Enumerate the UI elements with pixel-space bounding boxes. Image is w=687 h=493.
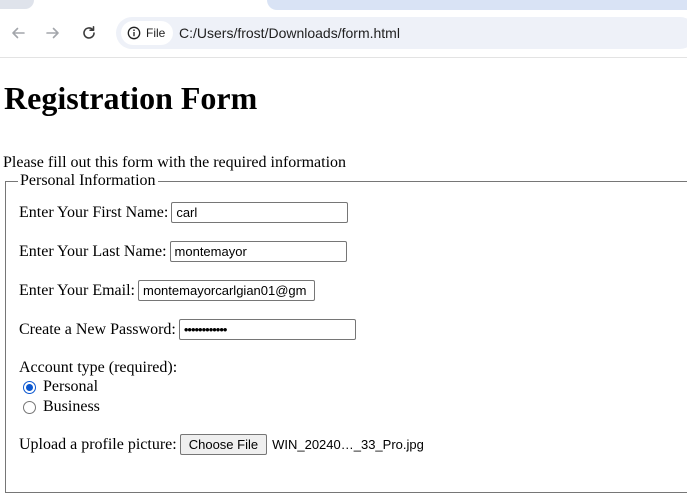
- account-type-option-business[interactable]: Business: [23, 398, 100, 416]
- business-radio-label[interactable]: Business: [43, 398, 100, 416]
- info-icon: [127, 26, 141, 40]
- last-name-label: Enter Your Last Name:: [19, 242, 167, 260]
- arrow-right-icon: [46, 27, 59, 39]
- arrow-left-icon: [12, 27, 25, 39]
- security-chip-label: File: [146, 26, 166, 40]
- account-type-label: Account type (required):: [19, 359, 178, 376]
- reload-icon: [83, 26, 95, 39]
- password-input[interactable]: ••••••••••••: [178, 319, 356, 340]
- url-text[interactable]: C:/Users/frost/Downloads/form.html: [179, 25, 400, 41]
- password-row: Create a New Password: ••••••••••••: [19, 319, 356, 340]
- profile-picture-label: Upload a profile picture:: [19, 435, 177, 453]
- personal-radio[interactable]: [23, 380, 36, 394]
- intro-text: Please fill out this form with the requi…: [3, 154, 347, 171]
- first-name-input[interactable]: carl: [171, 202, 349, 223]
- tab-inactive[interactable]: [0, 0, 34, 9]
- personal-radio-label[interactable]: Personal: [43, 378, 98, 396]
- reload-button[interactable]: [77, 21, 101, 45]
- address-bar[interactable]: File C:/Users/frost/Downloads/form.html: [116, 17, 687, 49]
- forward-button[interactable]: [41, 21, 65, 45]
- email-row: Enter Your Email: montemayorcarlgian01@g…: [19, 280, 315, 301]
- last-name-input[interactable]: montemayor: [169, 241, 347, 262]
- tab-strip: [0, 0, 687, 10]
- selected-file-name: WIN_20240…_33_Pro.jpg: [272, 436, 424, 452]
- page-title: Registration Form: [4, 80, 258, 116]
- site-info-chip[interactable]: File: [121, 21, 174, 45]
- tab-active[interactable]: [267, 0, 687, 10]
- last-name-row: Enter Your Last Name: montemayor: [19, 241, 347, 262]
- email-label: Enter Your Email:: [19, 281, 135, 299]
- first-name-label: Enter Your First Name:: [19, 203, 169, 221]
- first-name-row: Enter Your First Name: carl: [19, 202, 349, 223]
- fieldset-legend: Personal Information: [20, 172, 156, 189]
- account-type-row: Account type (required):: [19, 358, 180, 378]
- password-label: Create a New Password:: [19, 320, 176, 338]
- profile-picture-row: Upload a profile picture: Choose File WI…: [19, 434, 424, 455]
- personal-information-fieldset: Personal Information Enter Your First Na…: [5, 173, 687, 493]
- email-input[interactable]: montemayorcarlgian01@gm: [138, 280, 315, 301]
- choose-file-button[interactable]: Choose File: [179, 434, 268, 455]
- back-button[interactable]: [6, 21, 30, 45]
- account-type-option-personal[interactable]: Personal: [23, 378, 98, 396]
- browser-toolbar: File C:/Users/frost/Downloads/form.html: [0, 0, 687, 58]
- business-radio[interactable]: [23, 400, 36, 414]
